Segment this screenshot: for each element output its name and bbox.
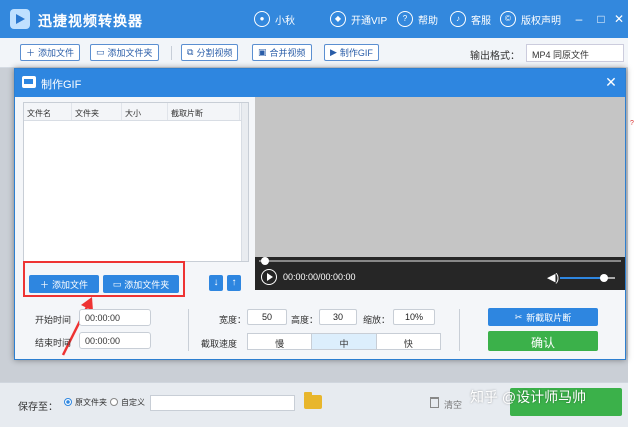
help-button[interactable]: ? 帮助 [397, 10, 438, 28]
trash-icon[interactable] [430, 397, 439, 408]
split-video-button[interactable]: ⧉ 分割视频 [181, 44, 239, 61]
gif-icon: ▶ [330, 47, 337, 57]
start-time-input[interactable]: 00:00:00 [79, 309, 151, 326]
service-label: 客服 [471, 15, 491, 27]
file-table[interactable]: 文件名 文件夹 大小 截取片断 [23, 102, 249, 262]
end-time-label: 结束时间 [35, 338, 72, 348]
background-window-strip: ? [628, 0, 640, 427]
width-label: 宽度： [219, 315, 247, 325]
column-header-folder: 文件夹 [72, 103, 122, 120]
app-logo-icon [10, 9, 30, 29]
service-button[interactable]: ♪ 客服 [450, 10, 491, 28]
height-label: 高度： [291, 315, 319, 325]
confirm-button[interactable]: 确认 [488, 331, 598, 351]
add-file-button[interactable]: ＋ 添加文件 [20, 44, 81, 61]
vip-button[interactable]: ◆ 开通VIP [330, 10, 387, 28]
divider [188, 309, 189, 351]
volume-fill [560, 277, 604, 279]
gif-dialog-icon [22, 76, 36, 88]
split-icon: ⧉ [187, 47, 194, 57]
service-icon: ♪ [450, 11, 466, 27]
watermark-text: 知乎 @设计师马帅 [470, 389, 587, 405]
add-folder-button[interactable]: ▭ 添加文件夹 [90, 44, 159, 61]
speed-option-slow[interactable]: 慢 [248, 334, 313, 349]
copyright-label: 版权声明 [521, 15, 561, 27]
volume-slider[interactable] [560, 274, 615, 282]
plus-icon: ＋ [26, 48, 36, 58]
move-up-icon[interactable]: ↑ [227, 275, 241, 291]
speed-label: 截取速度 [201, 339, 238, 349]
column-header-size: 大小 [122, 103, 168, 120]
dialog-header: 制作GIF ✕ [15, 69, 625, 97]
copyright-button[interactable]: © 版权声明 [500, 10, 561, 28]
vip-label: 开通VIP [351, 15, 388, 27]
plus-icon: ＋ [39, 279, 49, 290]
make-gif-button[interactable]: ▶ 制作GIF [324, 44, 379, 61]
scale-label: 缩放： [363, 315, 391, 325]
divider [459, 309, 460, 351]
video-preview: 00:00:00/00:00:00 ◀) [255, 97, 625, 290]
scissor-icon: ✂ [514, 311, 523, 322]
main-toolbar: ＋ 添加文件 ▭ 添加文件夹 ⧉ 分割视频 ▣ 合并视频 ▶ 制作GIF 输出格… [0, 38, 628, 68]
column-header-clip: 截取片断 [168, 103, 240, 120]
folder-icon: ▭ [112, 278, 122, 289]
minimize-icon[interactable]: – [572, 12, 586, 26]
output-format-select[interactable]: MP4 同原文件 [526, 44, 624, 62]
help-icon: ? [397, 11, 413, 27]
preview-screen [255, 97, 625, 259]
make-gif-dialog: 制作GIF ✕ 文件名 文件夹 大小 截取片断 ＋ 添加文件 ▭ 添加文件夹 ↓… [14, 68, 626, 360]
end-time-input[interactable]: 00:00:00 [79, 332, 151, 349]
move-down-icon[interactable]: ↓ [209, 275, 223, 291]
folder-icon[interactable] [304, 392, 322, 409]
merge-video-button[interactable]: ▣ 合并视频 [252, 44, 312, 61]
copyright-icon: © [500, 11, 516, 27]
dialog-add-file-button[interactable]: ＋ 添加文件 [29, 275, 99, 293]
radio-selected-icon [64, 398, 72, 406]
clear-button[interactable]: 清空 [444, 398, 462, 411]
save-to-label: 保存至： [18, 402, 58, 413]
maximize-icon[interactable]: □ [594, 12, 608, 26]
file-table-header: 文件名 文件夹 大小 截取片断 [24, 103, 248, 121]
new-clip-button[interactable]: ✂ 新截取片断 [488, 308, 598, 326]
dialog-add-folder-button[interactable]: ▭ 添加文件夹 [103, 275, 179, 293]
width-input[interactable]: 50 [247, 309, 287, 325]
main-window: 迅捷视频转换器 ● 小秋 ◆ 开通VIP ? 帮助 ♪ 客服 © 版权声明 – … [0, 0, 628, 427]
height-input[interactable]: 30 [319, 309, 357, 325]
save-path-input[interactable] [150, 395, 295, 411]
player-controls: 00:00:00/00:00:00 ◀) [255, 257, 625, 290]
dialog-title: 制作GIF [41, 79, 82, 91]
vip-icon: ◆ [330, 11, 346, 27]
radio-custom[interactable]: 自定义 [110, 397, 145, 408]
user-name: 小秋 [275, 15, 295, 27]
output-format-label: 输出格式： [470, 51, 520, 62]
seek-bar[interactable] [259, 257, 621, 265]
radio-source-folder[interactable]: 原文件夹 [64, 397, 107, 408]
user-icon: ● [254, 11, 270, 27]
help-label: 帮助 [418, 15, 438, 27]
speed-option-fast[interactable]: 快 [377, 334, 440, 349]
user-account[interactable]: ● 小秋 [254, 10, 295, 28]
title-bar: 迅捷视频转换器 ● 小秋 ◆ 开通VIP ? 帮助 ♪ 客服 © 版权声明 – … [0, 0, 628, 38]
timecode: 00:00:00/00:00:00 [283, 272, 356, 282]
play-icon[interactable] [261, 269, 277, 285]
merge-icon: ▣ [258, 47, 267, 57]
scale-input[interactable]: 10% [393, 309, 435, 325]
column-header-filename: 文件名 [24, 103, 72, 120]
seek-handle[interactable] [261, 257, 269, 265]
radio-unselected-icon [110, 398, 118, 406]
dialog-close-icon[interactable]: ✕ [603, 74, 619, 90]
app-title: 迅捷视频转换器 [38, 13, 143, 29]
volume-icon[interactable]: ◀) [547, 271, 559, 284]
toolbar-divider [171, 46, 172, 60]
close-icon[interactable]: ✕ [612, 12, 626, 26]
start-time-label: 开始时间 [35, 315, 72, 325]
folder-icon: ▭ [96, 47, 105, 57]
speed-selector: 慢 中 快 [247, 333, 441, 350]
speed-option-medium[interactable]: 中 [312, 334, 377, 349]
volume-handle[interactable] [600, 274, 608, 282]
file-table-scrollbar[interactable] [241, 103, 248, 261]
